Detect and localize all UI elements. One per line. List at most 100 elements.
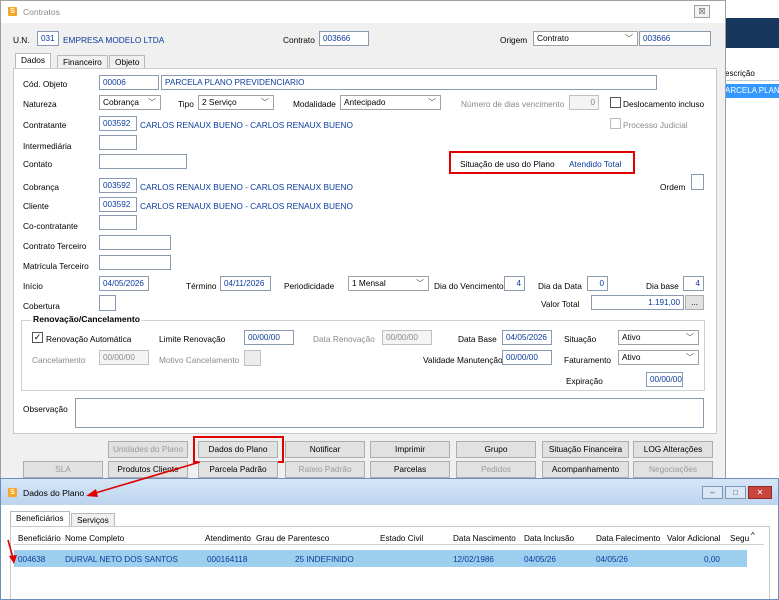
deslocamento-checkbox[interactable]	[610, 97, 621, 108]
background-window-header-bar	[719, 18, 779, 48]
dia-data-field[interactable]: 0	[587, 276, 608, 291]
chevron-down-icon: ﹀	[416, 279, 424, 288]
limite-renovacao-field[interactable]: 00/00/00	[244, 330, 294, 345]
imprimir-button[interactable]: Imprimir	[370, 441, 450, 458]
col-grau-parentesco[interactable]: Grau de Parentesco	[256, 534, 329, 543]
observacao-field[interactable]	[75, 398, 704, 428]
un-name: EMPRESA MODELO LTDA	[63, 35, 165, 45]
validade-manutencao-field[interactable]: 00/00/00	[502, 350, 552, 365]
minimize-icon[interactable]: –	[702, 486, 723, 499]
expiracao-field[interactable]: 00/00/00	[646, 372, 683, 387]
valor-total-label: Valor Total	[541, 299, 580, 309]
table-row[interactable]: 004638 DURVAL NETO DOS SANTOS 000164118 …	[14, 550, 747, 567]
cobranca-code-field[interactable]: 003592	[99, 178, 137, 193]
grupo-button[interactable]: Grupo	[456, 441, 536, 458]
tab-objeto[interactable]: Objeto	[109, 55, 146, 69]
maximize-icon[interactable]: □	[725, 486, 746, 499]
tab-financeiro[interactable]: Financeiro	[57, 55, 108, 69]
tab-beneficiarios[interactable]: Beneficiários	[10, 511, 70, 526]
acompanhamento-button[interactable]: Acompanhamento	[542, 461, 629, 478]
data-base-label: Data Base	[458, 334, 497, 344]
faturamento-select[interactable]: Ativo ﹀	[618, 350, 699, 365]
col-nome-completo[interactable]: Nome Completo	[65, 534, 124, 543]
tab-servicos[interactable]: Serviços	[71, 513, 115, 527]
motivo-cancelamento-field[interactable]	[244, 350, 261, 366]
contrato-terceiro-label: Contrato Terceiro	[23, 241, 87, 251]
cobranca-label: Cobrança	[23, 182, 59, 192]
dia-base-label: Dia base	[646, 281, 679, 291]
col-data-inclusao[interactable]: Data Inclusão	[524, 534, 574, 543]
col-data-nascimento[interactable]: Data Nascimento	[453, 534, 516, 543]
rateio-padrao-button[interactable]: Rateio Padrão	[285, 461, 365, 478]
cell-nascimento: 12/02/1986	[453, 555, 494, 564]
col-estado-civil[interactable]: Estado Civil	[380, 534, 423, 543]
sla-button[interactable]: SLA	[23, 461, 103, 478]
data-base-field[interactable]: 04/05/2026	[502, 330, 552, 345]
close-icon[interactable]: ☒	[694, 5, 710, 18]
contrato-field[interactable]: 003666	[319, 31, 369, 46]
contrato-label: Contrato	[283, 35, 315, 45]
origem-code-field[interactable]: 003666	[639, 31, 711, 46]
natureza-select[interactable]: Cobrança ﹀	[99, 95, 161, 110]
cancelamento-field[interactable]: 00/00/00	[99, 350, 149, 365]
col-data-falecimento[interactable]: Data Falecimento	[596, 534, 660, 543]
contato-field[interactable]	[99, 154, 187, 169]
background-selected-row[interactable]: ARCELA PLANO	[719, 84, 779, 98]
col-valor-adicional[interactable]: Valor Adicional	[667, 534, 721, 543]
dados-plano-title: Dados do Plano	[23, 488, 85, 498]
chevron-down-icon: ﹀	[148, 98, 156, 107]
processo-judicial-checkbox[interactable]	[610, 118, 621, 129]
cobertura-field[interactable]	[99, 295, 116, 311]
termino-field[interactable]: 04/11/2026	[220, 276, 271, 291]
col-beneficiario[interactable]: Beneficiário	[18, 534, 61, 543]
co-contratante-field[interactable]	[99, 215, 137, 230]
close-icon[interactable]: ✕	[748, 486, 772, 499]
un-code-field[interactable]: 031	[37, 31, 59, 46]
cell-nome: DURVAL NETO DOS SANTOS	[65, 555, 178, 564]
parcelas-button[interactable]: Parcelas	[370, 461, 450, 478]
produtos-cliente-button[interactable]: Produtos Cliente	[108, 461, 188, 478]
tab-dados[interactable]: Dados	[15, 53, 51, 69]
contato-label: Contato	[23, 159, 53, 169]
tipo-select[interactable]: 2 Serviço ﹀	[198, 95, 274, 110]
intermediaria-field[interactable]	[99, 135, 137, 150]
pedidos-button[interactable]: Pedidos	[456, 461, 536, 478]
col-atendimento[interactable]: Atendimento	[205, 534, 251, 543]
cod-objeto-field[interactable]: 00006	[99, 75, 159, 90]
notificar-button[interactable]: Notificar	[285, 441, 365, 458]
matricula-terceiro-field[interactable]	[99, 255, 171, 270]
num-dias-field[interactable]: 0	[569, 95, 599, 110]
inicio-label: Início	[23, 281, 43, 291]
expiracao-label: Expiração	[566, 376, 603, 386]
contratante-code-field[interactable]: 003592	[99, 116, 137, 131]
inicio-field[interactable]: 04/05/2026	[99, 276, 149, 291]
periodicidade-select[interactable]: 1 Mensal ﹀	[348, 276, 429, 291]
col-segu[interactable]: Segu	[730, 534, 749, 543]
parcela-padrao-button[interactable]: Parcela Padrão	[198, 461, 278, 478]
deslocamento-label: Deslocamento incluso	[623, 99, 705, 109]
ordem-field[interactable]	[691, 174, 704, 190]
origem-select[interactable]: Contrato ﹀	[533, 31, 638, 46]
renovacao-automatica-checkbox[interactable]: ✓	[32, 332, 43, 343]
negociacoes-button[interactable]: Negociações	[633, 461, 713, 478]
chevron-down-icon: ﹀	[428, 98, 436, 107]
valor-total-lookup-button[interactable]: ...	[685, 295, 704, 310]
valor-total-field[interactable]: 1.191,00	[591, 295, 684, 310]
scroll-up-icon[interactable]: ^	[751, 531, 755, 540]
contratante-name: CARLOS RENAUX BUENO - CARLOS RENAUX BUEN…	[140, 120, 353, 130]
cliente-code-field[interactable]: 003592	[99, 197, 137, 212]
contrato-terceiro-field[interactable]	[99, 235, 171, 250]
chevron-down-icon: ﹀	[625, 34, 633, 43]
log-alteracoes-button[interactable]: LOG Alterações	[633, 441, 713, 458]
situacao-select[interactable]: Ativo ﹀	[618, 330, 699, 345]
unidades-plano-button[interactable]: Unidades do Plano	[108, 441, 188, 458]
contratos-titlebar: S Contratos ☒	[1, 1, 725, 23]
cell-grau: 25 INDEFINIDO	[295, 555, 354, 564]
periodicidade-label: Periodicidade	[284, 281, 335, 291]
data-renovacao-field[interactable]: 00/00/00	[382, 330, 432, 345]
dia-base-field[interactable]: 4	[683, 276, 704, 291]
situacao-financeira-button[interactable]: Situação Financeira	[542, 441, 629, 458]
objeto-description-field[interactable]: PARCELA PLANO PREVIDENCIARIO	[161, 75, 657, 90]
modalidade-select[interactable]: Antecipado ﹀	[340, 95, 441, 110]
dia-vencimento-field[interactable]: 4	[504, 276, 525, 291]
